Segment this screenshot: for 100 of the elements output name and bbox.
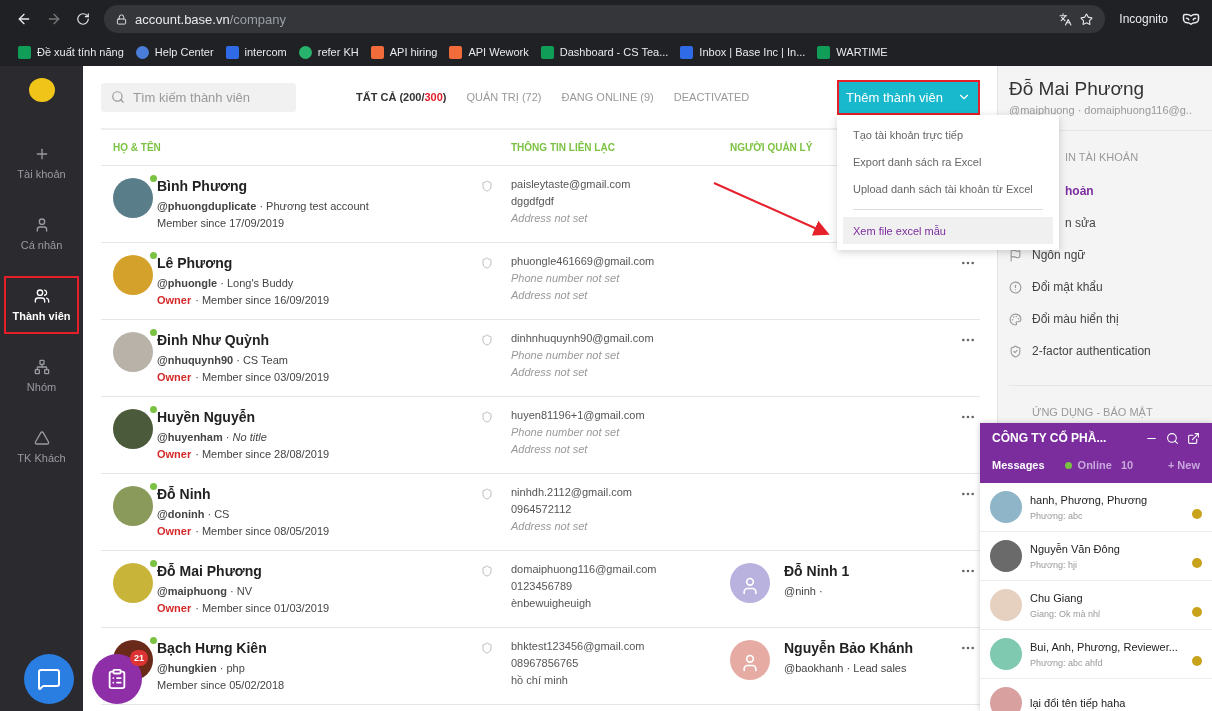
member-name[interactable]: Bạch Hưng Kiên <box>157 640 481 656</box>
settings-menu-item[interactable]: 2-factor authentication <box>1009 335 1212 367</box>
bookmark-favicon-icon <box>680 45 694 59</box>
contact-info: ènbewuigheuigh <box>511 597 593 609</box>
nav-item[interactable]: Cá nhân <box>4 205 79 263</box>
column-header: NGƯỜI QUẢN LÝ <box>730 142 814 153</box>
role-label: Owner <box>157 602 192 614</box>
bookmark-link[interactable]: API hiring <box>389 46 438 58</box>
contact-info: Phone number not set <box>511 272 621 284</box>
conversation-item[interactable]: hanh, Phương, Phương Phương: abc <box>980 483 1212 532</box>
role-label: Owner <box>157 294 192 306</box>
conversation-title: hanh, Phương, Phương <box>1030 493 1149 506</box>
person-icon <box>740 576 760 596</box>
bookmark-link[interactable]: intercom <box>244 46 287 58</box>
menu-item[interactable]: Xem file excel mẫu <box>843 217 1053 244</box>
triangle-icon <box>33 430 50 446</box>
lock-icon <box>116 13 127 25</box>
chat-tab[interactable]: Messages <box>992 459 1045 471</box>
column-header: THÔNG TIN LIÊN LẠC <box>511 142 616 153</box>
chat-tab[interactable]: + New <box>1167 459 1200 471</box>
tasks-button[interactable] <box>92 654 142 704</box>
member-handle: @phuongduplicate · Phương test account <box>157 200 370 212</box>
chat-icon <box>37 667 61 691</box>
settings-menu-item[interactable]: Đổi màu hiển thị <box>1009 303 1212 335</box>
contact-info: Address not set <box>511 366 589 378</box>
seen-avatar-icon <box>1192 656 1202 666</box>
bookmark-favicon-icon <box>449 45 463 59</box>
member-since: · Member since 01/03/2019 <box>195 602 330 614</box>
message-preview: Phương: abc ahfd <box>1030 657 1104 668</box>
nav-item[interactable]: Tài khoản <box>4 134 79 192</box>
contact-info: 0964572112 <box>511 503 573 515</box>
section-title: ỨNG DỤNG - BẢO MẬT <box>1032 406 1153 418</box>
bookmark-link[interactable]: WARTIME <box>836 46 888 58</box>
contact-info: Address not set <box>511 520 589 532</box>
person-icon <box>740 653 760 673</box>
shield-icon <box>1009 344 1022 358</box>
shield-icon <box>481 565 493 577</box>
filter-tab[interactable]: TẤT CẢ (200/300) <box>356 91 447 103</box>
nav-item[interactable]: Nhóm <box>4 347 79 405</box>
back-icon[interactable] <box>16 11 32 27</box>
member-handle: @huyenham · No title <box>157 431 268 443</box>
contact-info: domaiphuong116@gmail.com <box>511 563 658 575</box>
people-icon <box>33 288 50 304</box>
star-icon[interactable] <box>1080 12 1094 26</box>
message-preview: Phương: abc <box>1030 510 1084 521</box>
contact-info: Address not set <box>511 212 589 224</box>
conversation-title: Bui, Anh, Phương, Reviewer... <box>1030 640 1179 653</box>
conversation-item[interactable]: Chu Giang Giang: Ok mà nhỉ <box>980 581 1212 630</box>
bookmark-link[interactable]: Inbox | Base Inc | In... <box>699 46 806 58</box>
manager-name: Nguyễn Bảo Khánh <box>784 640 914 656</box>
role-label: Owner <box>157 371 192 383</box>
member-name[interactable]: Đỗ Ninh <box>157 486 481 502</box>
chat-title: CÔNG TY CỔ PHẦ... <box>992 431 1108 445</box>
profile-name: Đỗ Mai Phương <box>1009 78 1145 100</box>
translate-icon[interactable] <box>1059 12 1073 26</box>
nav-item[interactable]: Thành viên <box>4 276 79 334</box>
bookmark-favicon-icon <box>135 45 149 59</box>
settings-menu-item[interactable]: Đổi mật khẩu <box>1009 271 1212 303</box>
menu-item[interactable]: Upload danh sách tài khoản từ Excel <box>837 175 1059 202</box>
contact-info: huyen81196+1@gmail.com <box>511 409 646 421</box>
bookmark-favicon-icon <box>18 45 31 59</box>
menu-item[interactable]: Export danh sách ra Excel <box>837 148 1059 175</box>
member-handle: @doninh · CS <box>157 508 231 520</box>
conversation-item[interactable]: lại đổi tên tiếp haha <box>980 679 1212 711</box>
member-since: Member since 17/09/2019 <box>157 217 285 229</box>
member-name[interactable]: Huyền Nguyễn <box>157 409 481 425</box>
member-name[interactable]: Bình Phương <box>157 178 481 194</box>
shield-icon <box>481 257 493 269</box>
search-icon[interactable] <box>1166 431 1179 445</box>
popout-icon[interactable] <box>1187 431 1200 445</box>
conversation-item[interactable]: Nguyễn Văn Đông Phương: hji <box>980 532 1212 581</box>
chat-tab[interactable]: Online 10 <box>1064 459 1134 471</box>
clipboard-icon <box>106 668 128 690</box>
bookmark-favicon-icon <box>225 45 239 59</box>
contact-info: phuongle461669@gmail.com <box>511 255 656 267</box>
member-name[interactable]: Lê Phương <box>157 255 481 271</box>
member-name[interactable]: Đinh Như Quỳnh <box>157 332 481 348</box>
member-handle: @maiphuong · NV <box>157 585 254 597</box>
bookmark-link[interactable]: Đề xuất tính năng <box>37 46 124 58</box>
bookmark-favicon-icon <box>817 45 831 59</box>
bookmark-link[interactable]: Dashboard - CS Tea... <box>559 46 669 58</box>
nav-item[interactable]: TK Khách <box>4 418 79 476</box>
shield-icon <box>481 488 493 500</box>
member-handle: @nhuquynh90 · CS Team <box>157 354 289 366</box>
contact-info: 0123456789 <box>511 580 574 592</box>
bookmark-link[interactable]: refer KH <box>317 46 359 58</box>
bookmark-link[interactable]: API Wework <box>468 46 529 58</box>
member-name[interactable]: Đỗ Mai Phương <box>157 563 481 579</box>
contact-info: Address not set <box>511 443 589 455</box>
shield-icon <box>481 642 493 654</box>
message-preview: Giang: Ok mà nhỉ <box>1030 608 1102 619</box>
contact-info: hồ chí minh <box>511 674 569 686</box>
seen-avatar-icon <box>1192 607 1202 617</box>
bookmark-link[interactable]: Help Center <box>154 46 214 58</box>
photo-placeholder <box>990 687 1022 711</box>
forward-icon[interactable] <box>46 11 62 27</box>
reload-icon[interactable] <box>76 12 90 26</box>
conversation-item[interactable]: Bui, Anh, Phương, Reviewer... Phương: abc ahfd <box>980 630 1212 679</box>
seen-avatar-icon <box>1192 558 1202 568</box>
address-bar[interactable]: account.base.vn/company <box>104 5 1106 33</box>
